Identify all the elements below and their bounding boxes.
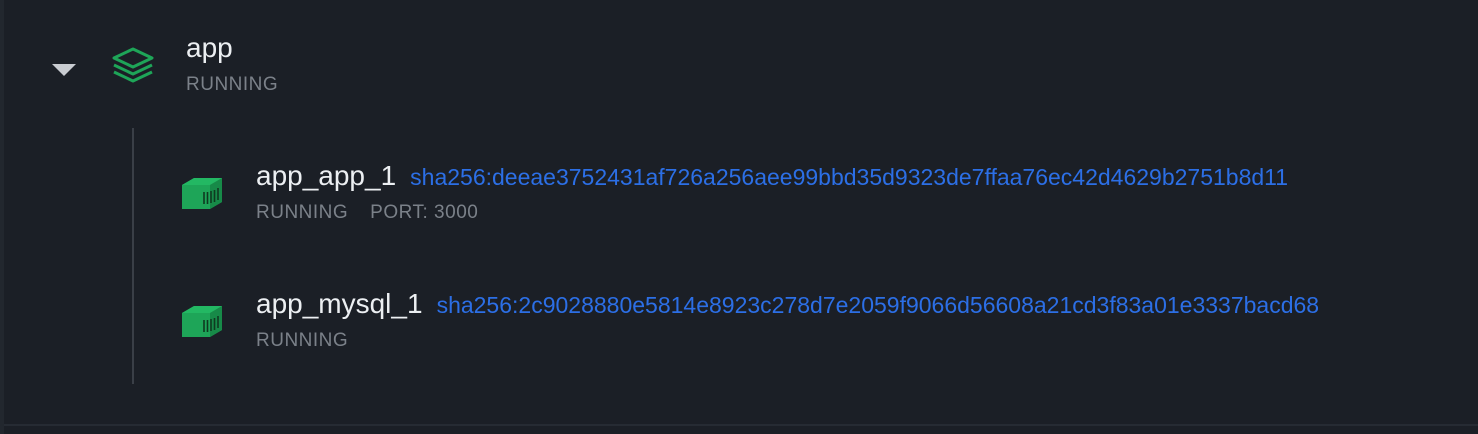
divider — [4, 424, 1478, 426]
container-box-icon — [182, 306, 222, 337]
container-id-link[interactable]: sha256:deeae3752431af726a256aee99bbd35d9… — [410, 164, 1288, 190]
group-name: app — [186, 32, 233, 63]
compose-group-header[interactable]: app RUNNING — [0, 0, 600, 110]
container-port: PORT: 3000 — [370, 202, 479, 223]
container-name: app_mysql_1 — [256, 288, 423, 319]
container-status: RUNNING — [256, 202, 349, 223]
stack-layers-icon — [112, 47, 154, 83]
container-id-link[interactable]: sha256:2c9028880e5814e8923c278d7e2059f90… — [437, 292, 1320, 318]
tree-connector-line — [132, 128, 134, 384]
container-name-line: app_mysql_1 sha256:2c9028880e5814e8923c27… — [256, 286, 1319, 323]
container-status: RUNNING — [256, 330, 349, 351]
group-status: RUNNING — [186, 74, 279, 95]
container-row[interactable]: app_app_1 sha256:deeae3752431af726a256aee… — [150, 150, 1450, 250]
container-meta: RUNNING — [256, 329, 348, 353]
container-name-line: app_app_1 sha256:deeae3752431af726a256aee… — [256, 158, 1288, 195]
container-row[interactable]: app_mysql_1 sha256:2c9028880e5814e8923c27… — [150, 278, 1450, 378]
container-meta: RUNNING PORT: 3000 — [256, 201, 478, 225]
container-box-icon — [182, 178, 222, 209]
caret-down-icon[interactable] — [50, 62, 78, 78]
container-name: app_app_1 — [256, 160, 397, 191]
